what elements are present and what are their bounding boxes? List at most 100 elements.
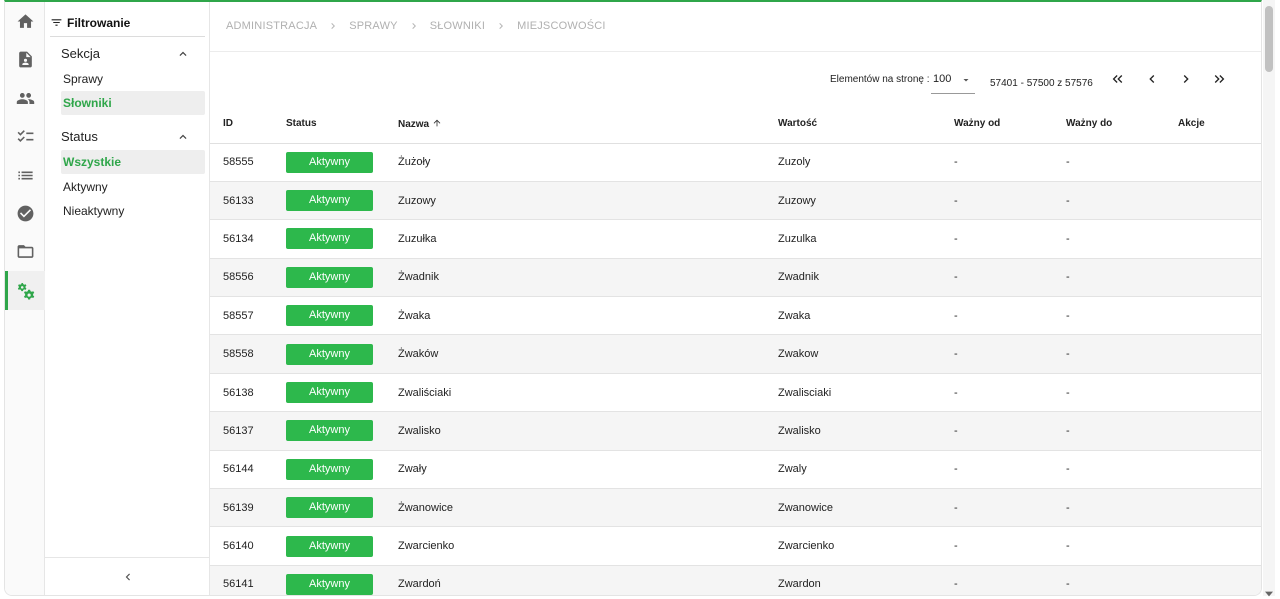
scrollbar-thumb[interactable] — [1265, 6, 1273, 72]
cell-status: Aktywny — [286, 258, 398, 298]
cell-wartosc: Zwanowice — [778, 488, 954, 528]
nav-list[interactable] — [5, 156, 45, 194]
cell-status: Aktywny — [286, 488, 398, 528]
cell-wazny-do: - — [1066, 526, 1178, 566]
nav-documents[interactable] — [5, 40, 45, 78]
section-sekcja-toggle[interactable] — [176, 47, 190, 61]
nav-settings[interactable] — [5, 271, 45, 310]
cell-wazny-do: - — [1066, 450, 1178, 490]
column-header-wazny-do[interactable]: Ważny do — [1066, 105, 1178, 144]
cell-wazny-od: - — [954, 143, 1066, 182]
cell-akcje — [1178, 565, 1261, 595]
next-page-button[interactable] — [1176, 69, 1196, 89]
document-icon — [18, 51, 32, 67]
last-page-button[interactable] — [1209, 69, 1229, 89]
column-header-nazwa[interactable]: Nazwa — [398, 105, 778, 144]
table-row[interactable]: 56139 Aktywny Żwanowice Zwanowice - - — [210, 488, 1261, 528]
cell-nazwa: Zwaliściaki — [398, 373, 778, 413]
status-badge: Aktywny — [286, 305, 373, 327]
table-row[interactable]: 58556 Aktywny Żwadnik Zwadnik - - — [210, 258, 1261, 298]
table-row[interactable]: 56133 Aktywny Zuzowy Zuzowy - - — [210, 181, 1261, 221]
cell-wazny-od: - — [954, 373, 1066, 413]
cell-status: Aktywny — [286, 219, 398, 259]
cell-akcje — [1178, 488, 1261, 528]
breadcrumb: ADMINISTRACJA SPRAWY SŁOWNIKI MIEJSCOWOŚ… — [226, 18, 606, 34]
cell-wazny-od: - — [954, 296, 1066, 336]
breadcrumb-item-slowniki[interactable]: SŁOWNIKI — [430, 20, 485, 32]
cell-nazwa: Żwaka — [398, 296, 778, 336]
status-badge: Aktywny — [286, 228, 373, 250]
status-badge: Aktywny — [286, 382, 373, 404]
section-status-toggle[interactable] — [176, 130, 190, 144]
cell-wazny-do: - — [1066, 565, 1178, 595]
nav-approved[interactable] — [5, 194, 45, 232]
cell-akcje — [1178, 450, 1261, 490]
filter-icon — [51, 19, 62, 26]
breadcrumb-item-administracja[interactable]: ADMINISTRACJA — [226, 20, 317, 32]
cell-akcje — [1178, 411, 1261, 451]
nav-users[interactable] — [5, 79, 45, 117]
cell-id: 56140 — [210, 526, 286, 566]
page-size-select[interactable]: 100 — [931, 70, 975, 94]
cell-id: 56144 — [210, 450, 286, 490]
status-badge: Aktywny — [286, 151, 373, 173]
filter-title: Filtrowanie — [67, 15, 131, 30]
table-row[interactable]: 56138 Aktywny Zwaliściaki Zwalisciaki - - — [210, 373, 1261, 413]
cell-wartosc: Zuzoly — [778, 143, 954, 182]
chevron-right-icon — [1183, 75, 1189, 83]
table-row[interactable]: 56140 Aktywny Zwarcienko Zwarcienko - - — [210, 526, 1261, 566]
folder-icon — [17, 244, 33, 258]
column-header-id[interactable]: ID — [210, 105, 286, 144]
page-scrollbar[interactable] — [1263, 0, 1275, 597]
chevron-right-icon — [327, 20, 339, 32]
status-badge: Aktywny — [286, 343, 373, 365]
table-row[interactable]: 56141 Aktywny Zwardoń Zwardon - - — [210, 565, 1261, 595]
cell-wazny-od: - — [954, 526, 1066, 566]
cell-id: 58557 — [210, 296, 286, 336]
section-status-title: Status — [61, 129, 98, 144]
filter-item-slowniki[interactable]: Słowniki — [61, 91, 205, 115]
table-header-row: ID Status Nazwa Wartość Ważny od Ważny d… — [210, 105, 1261, 144]
first-page-button[interactable] — [1108, 69, 1128, 89]
cell-id: 58558 — [210, 334, 286, 374]
column-header-wazny-od[interactable]: Ważny od — [954, 105, 1066, 144]
cell-wartosc: Zwaka — [778, 296, 954, 336]
nav-tasks[interactable] — [5, 117, 45, 155]
cell-wazny-do: - — [1066, 373, 1178, 413]
cell-nazwa: Zwały — [398, 450, 778, 490]
table-row[interactable]: 58557 Aktywny Żwaka Zwaka - - — [210, 296, 1261, 336]
nav-folders[interactable] — [5, 232, 45, 270]
cell-nazwa: Żwadnik — [398, 258, 778, 298]
scroll-down-arrow[interactable] — [1265, 585, 1273, 597]
filter-header: Filtrowanie — [50, 15, 205, 37]
prev-page-button[interactable] — [1142, 69, 1162, 89]
collapse-panel-button[interactable] — [45, 557, 210, 595]
double-chevron-right-icon — [1214, 75, 1225, 83]
page-range: 57401 - 57500 z 57576 — [990, 78, 1093, 89]
column-header-status[interactable]: Status — [286, 105, 398, 144]
cell-nazwa: Zuzułka — [398, 219, 778, 259]
checklist-icon — [17, 129, 33, 142]
table-row[interactable]: 58555 Aktywny Żużoły Zuzoly - - — [210, 143, 1261, 182]
table-row[interactable]: 56144 Aktywny Zwały Zwaly - - — [210, 450, 1261, 490]
column-header-nazwa-label: Nazwa — [398, 118, 430, 130]
home-icon — [17, 13, 33, 28]
nav-home[interactable] — [5, 2, 45, 40]
column-header-wartosc[interactable]: Wartość — [778, 105, 954, 144]
filter-item-wszystkie[interactable]: Wszystkie — [61, 150, 205, 174]
filter-item-aktywny[interactable]: Aktywny — [61, 175, 205, 199]
breadcrumb-item-sprawy[interactable]: SPRAWY — [349, 20, 397, 32]
users-icon — [16, 92, 34, 104]
filter-panel: Filtrowanie Sekcja Sprawy Słowniki Statu… — [45, 2, 210, 595]
cell-status: Aktywny — [286, 450, 398, 490]
cell-id: 56139 — [210, 488, 286, 528]
caret-down-icon — [960, 74, 972, 86]
table-row[interactable]: 58558 Aktywny Żwaków Zwakow - - — [210, 334, 1261, 374]
cell-akcje — [1178, 181, 1261, 221]
table-row[interactable]: 56137 Aktywny Zwalisko Zwalisko - - — [210, 411, 1261, 451]
cell-wazny-od: - — [954, 258, 1066, 298]
table-row[interactable]: 56134 Aktywny Zuzułka Zuzulka - - — [210, 219, 1261, 259]
cell-wazny-od: - — [954, 450, 1066, 490]
filter-item-nieaktywny[interactable]: Nieaktywny — [61, 199, 205, 223]
filter-item-sprawy[interactable]: Sprawy — [61, 67, 205, 91]
